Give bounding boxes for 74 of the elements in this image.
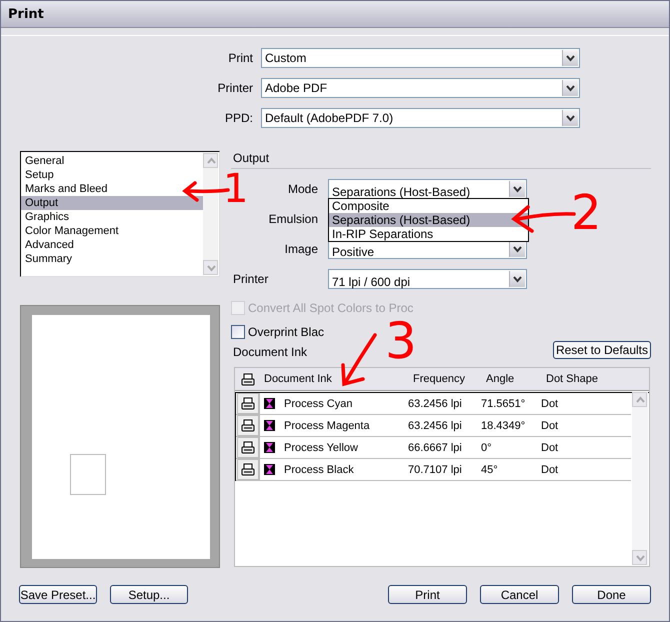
process-ink-icon	[264, 464, 275, 475]
field-label: Image	[284, 242, 319, 256]
table-cell-text: Dot	[541, 420, 560, 432]
table-cell-text: Dot	[541, 464, 560, 476]
table-cell-text: 63.2456 lpi	[408, 420, 463, 432]
category-item[interactable]: Graphics	[21, 210, 203, 224]
print-toggle[interactable]	[237, 437, 259, 458]
column-header[interactable]: Document Ink	[260, 373, 413, 385]
table-cell-text: Dot	[541, 398, 560, 410]
table-cell-text: 0°	[481, 442, 493, 454]
field-label: Printer	[232, 272, 270, 286]
column-header[interactable]: Angle	[486, 373, 546, 385]
table-cell-text: 66.6667 lpi	[408, 442, 463, 454]
field-label: Print	[227, 51, 254, 65]
checkbox-label: Overprint Blac	[248, 325, 324, 339]
table-cell: Process Yellow	[284, 442, 358, 454]
dropdown[interactable]: Separations (Host-Based)	[328, 179, 527, 199]
field-label: PPD:	[224, 111, 254, 125]
dialog-button[interactable]: Save Preset...	[19, 585, 97, 604]
table-cell-text: 18.4349°	[481, 420, 526, 432]
category-item[interactable]: Summary	[21, 252, 203, 266]
dropdown[interactable]: 71 lpi / 600 dpi	[328, 269, 527, 289]
annotation-number: 1	[223, 169, 248, 209]
dialog-button[interactable]: Setup...	[110, 585, 188, 604]
dropdown[interactable]: Adobe PDF	[261, 78, 580, 98]
table-cell-text: Dot	[541, 442, 560, 454]
printer-icon	[241, 419, 255, 432]
menu-option[interactable]: Separations (Host-Based)	[329, 213, 528, 227]
category-item[interactable]: Color Management	[21, 224, 203, 238]
table-cell: Process Cyan	[284, 398, 352, 410]
table-cell: Process Black	[284, 464, 354, 476]
table-cell-text: 45°	[481, 464, 499, 476]
printer-icon	[240, 372, 254, 386]
column-header[interactable]: Dot Shape	[546, 373, 616, 385]
print-toggle[interactable]	[237, 459, 259, 480]
category-item[interactable]: Output	[21, 196, 203, 210]
menu-option[interactable]: Composite	[329, 199, 528, 213]
process-ink-icon	[264, 442, 275, 453]
dialog-button[interactable]: Cancel	[480, 585, 559, 604]
printer-icon	[241, 441, 255, 454]
field-label: Mode	[286, 182, 319, 196]
dropdown[interactable]: Default (AdobePDF 7.0)	[261, 108, 580, 128]
column-header[interactable]: Frequency	[413, 373, 486, 385]
table-cell-text: 70.7107 lpi	[408, 464, 463, 476]
field-label: Emulsion	[268, 212, 319, 226]
scrollbar[interactable]	[632, 392, 648, 565]
scrollbar[interactable]	[203, 153, 218, 275]
table-cell-text: 71.5651°	[481, 398, 526, 410]
printer-icon	[241, 397, 255, 410]
category-item[interactable]: Marks and Bleed	[21, 182, 203, 196]
process-ink-icon	[264, 398, 275, 409]
dropdown[interactable]: Custom	[261, 48, 580, 68]
field-label: Printer	[216, 81, 254, 95]
printer-icon	[241, 463, 255, 476]
dialog-button[interactable]: Print	[388, 585, 467, 604]
section-heading: Document Ink	[232, 345, 308, 359]
table-cell: Process Magenta	[284, 420, 370, 432]
print-toggle[interactable]	[237, 393, 259, 414]
table-cell-text: 63.2456 lpi	[408, 398, 463, 410]
dialog-button[interactable]: Done	[572, 585, 651, 604]
annotation-number: 2	[571, 189, 602, 237]
category-item[interactable]: General	[21, 154, 203, 168]
section-heading: Output	[231, 151, 651, 169]
checkbox-label: Convert All Spot Colors to Proc	[248, 301, 414, 315]
page-thumbnail	[70, 454, 106, 495]
process-ink-icon	[264, 420, 275, 431]
annotation-number: 3	[385, 316, 417, 366]
print-toggle[interactable]	[237, 415, 259, 436]
category-item[interactable]: Setup	[21, 168, 203, 182]
category-item[interactable]: Advanced	[21, 238, 203, 252]
checkbox[interactable]	[231, 325, 245, 339]
window-title: Print	[8, 6, 44, 22]
menu-option[interactable]: In-RIP Separations	[329, 227, 528, 241]
reset-button[interactable]: Reset to Defaults	[552, 341, 651, 359]
